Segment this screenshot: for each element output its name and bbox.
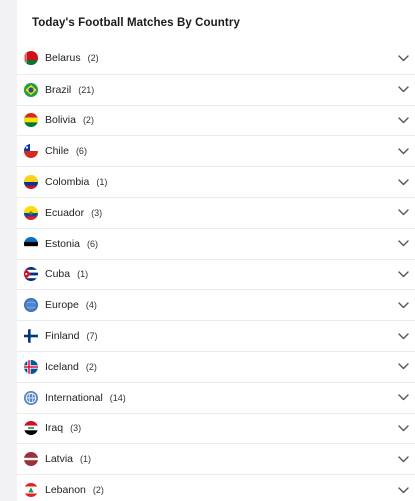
country-row-finland[interactable]: Finland (7) bbox=[17, 320, 415, 351]
match-count: (1) bbox=[77, 269, 89, 280]
belarus-flag-icon bbox=[24, 51, 38, 66]
chevron-down-icon[interactable] bbox=[397, 484, 409, 496]
country-row-ecuador[interactable]: Ecuador (3) bbox=[17, 196, 415, 228]
match-count: (21) bbox=[78, 84, 95, 95]
country-row-cuba[interactable]: Cuba (1) bbox=[17, 258, 415, 290]
match-count: (14) bbox=[109, 392, 126, 403]
iraq-flag-icon bbox=[24, 421, 38, 436]
chevron-down-icon[interactable] bbox=[397, 145, 409, 157]
country-name: Iceland bbox=[45, 360, 79, 373]
country-row-brazil[interactable]: Brazil (21) bbox=[17, 73, 415, 105]
country-name: Ecuador bbox=[45, 206, 85, 219]
iceland-flag-icon bbox=[24, 359, 38, 374]
country-row-bolivia[interactable]: Bolivia (2) bbox=[17, 104, 415, 136]
chevron-down-icon[interactable] bbox=[397, 330, 409, 342]
match-count: (6) bbox=[87, 238, 99, 249]
colombia-flag-icon bbox=[24, 175, 38, 190]
country-name: Bolivia bbox=[45, 114, 76, 127]
country-row-europe[interactable]: Europe (4) bbox=[17, 289, 415, 320]
country-name: Brazil bbox=[45, 83, 72, 96]
lebanon-flag-icon bbox=[24, 483, 38, 498]
country-name: Finland bbox=[45, 330, 80, 343]
match-count: (7) bbox=[86, 331, 98, 342]
country-name: Cuba bbox=[45, 268, 71, 281]
panel-title: Today's Football Matches By Country bbox=[32, 17, 240, 29]
country-row-iraq[interactable]: Iraq (3) bbox=[17, 412, 415, 444]
country-row-chile[interactable]: Chile (6) bbox=[17, 135, 415, 166]
chile-flag-icon bbox=[24, 144, 38, 159]
matches-by-country-panel: Today's Football Matches By Country Bela… bbox=[17, 0, 415, 501]
chevron-down-icon[interactable] bbox=[397, 52, 409, 64]
latvia-flag-icon bbox=[24, 452, 38, 467]
match-count: (3) bbox=[91, 207, 103, 218]
country-row-lebanon[interactable]: Lebanon (2) bbox=[17, 474, 415, 501]
match-count: (1) bbox=[80, 454, 92, 465]
country-name: Europe bbox=[45, 299, 79, 312]
match-count: (1) bbox=[96, 177, 108, 188]
chevron-down-icon[interactable] bbox=[397, 207, 409, 219]
chevron-down-icon[interactable] bbox=[397, 114, 409, 126]
chevron-down-icon[interactable] bbox=[397, 176, 409, 188]
chevron-down-icon[interactable] bbox=[397, 422, 409, 434]
match-count: (4) bbox=[85, 300, 97, 311]
country-row-latvia[interactable]: Latvia (1) bbox=[17, 443, 415, 474]
country-name: Estonia bbox=[45, 237, 81, 250]
country-row-colombia[interactable]: Colombia (1) bbox=[17, 166, 415, 197]
chevron-down-icon[interactable] bbox=[397, 453, 409, 465]
country-row-belarus[interactable]: Belarus (2) bbox=[17, 43, 415, 74]
chevron-down-icon[interactable] bbox=[397, 84, 409, 96]
country-name: Iraq bbox=[45, 422, 64, 435]
country-name: Belarus bbox=[45, 52, 81, 65]
country-name: Latvia bbox=[45, 453, 74, 466]
country-name: International bbox=[45, 391, 103, 404]
match-count: (2) bbox=[92, 485, 104, 496]
country-row-international[interactable]: International (14) bbox=[17, 381, 415, 413]
estonia-flag-icon bbox=[24, 236, 38, 251]
country-row-estonia[interactable]: Estonia (6) bbox=[17, 227, 415, 259]
bolivia-flag-icon bbox=[24, 113, 38, 128]
chevron-down-icon[interactable] bbox=[397, 238, 409, 250]
match-count: (6) bbox=[75, 146, 87, 157]
country-name: Colombia bbox=[45, 176, 90, 189]
brazil-flag-icon bbox=[24, 82, 38, 97]
chevron-down-icon[interactable] bbox=[397, 268, 409, 280]
match-count: (2) bbox=[87, 53, 99, 64]
finland-flag-icon bbox=[24, 329, 38, 344]
country-row-iceland[interactable]: Iceland (2) bbox=[17, 350, 415, 382]
country-name: Chile bbox=[45, 145, 69, 158]
match-count: (2) bbox=[85, 361, 97, 372]
international-globe-icon bbox=[24, 390, 38, 405]
country-name: Lebanon bbox=[45, 484, 86, 497]
match-count: (2) bbox=[82, 115, 94, 126]
ecuador-flag-icon bbox=[24, 205, 38, 220]
country-list: Belarus (2) Brazil (21) Bolivia (2) Chil… bbox=[17, 43, 415, 501]
chevron-down-icon[interactable] bbox=[397, 392, 409, 404]
chevron-down-icon[interactable] bbox=[397, 361, 409, 373]
match-count: (3) bbox=[70, 423, 82, 434]
europe-globe-icon bbox=[24, 298, 38, 313]
chevron-down-icon[interactable] bbox=[397, 299, 409, 311]
cuba-flag-icon bbox=[24, 267, 38, 282]
